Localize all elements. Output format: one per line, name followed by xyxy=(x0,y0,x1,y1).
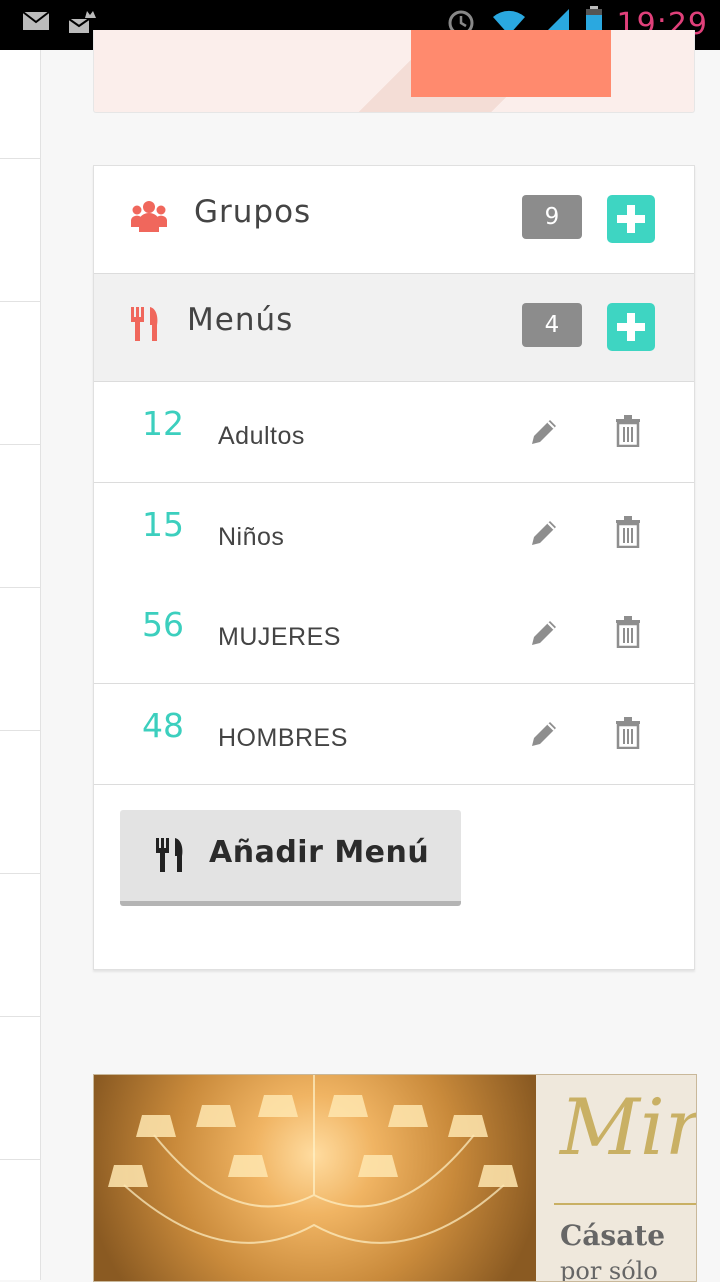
add-grupo-button[interactable] xyxy=(607,195,655,243)
plus-icon xyxy=(617,205,645,233)
card-accent-block xyxy=(411,30,611,97)
edit-icon[interactable] xyxy=(528,416,560,452)
users-icon xyxy=(131,199,167,237)
ad-headline: Cásate xyxy=(560,1219,666,1252)
utensils-icon xyxy=(131,307,159,345)
menu-list-item[interactable]: 12 Adultos xyxy=(94,382,694,483)
drawer-divider xyxy=(0,1159,40,1160)
trash-icon[interactable] xyxy=(615,415,641,451)
ad-text-panel: Mir Cásate por sólo xyxy=(536,1075,696,1281)
ad-subline: por sólo xyxy=(560,1257,658,1282)
menu-number: 56 xyxy=(142,605,184,644)
add-menu-button[interactable]: Añadir Menú xyxy=(120,810,461,906)
ad-banner[interactable]: Mir Cásate por sólo xyxy=(93,1074,697,1282)
edit-icon[interactable] xyxy=(528,617,560,653)
drawer-divider xyxy=(0,730,40,731)
menu-number: 48 xyxy=(142,706,184,745)
utensils-icon xyxy=(156,837,184,877)
menu-number: 12 xyxy=(142,404,184,443)
trash-icon[interactable] xyxy=(615,616,641,652)
menu-name: HOMBRES xyxy=(218,724,348,752)
add-menu-plus-button[interactable] xyxy=(607,303,655,351)
menu-list-item[interactable]: 15 Niños xyxy=(94,483,694,584)
menu-list-item[interactable]: 56 MUJERES xyxy=(94,583,694,684)
add-menu-label: Añadir Menú xyxy=(209,835,430,870)
menus-title: Menús xyxy=(187,302,294,338)
ad-brand-script: Mir xyxy=(560,1083,697,1173)
plus-icon xyxy=(617,313,645,341)
mail-icon xyxy=(22,10,50,38)
drawer-divider xyxy=(0,873,40,874)
menu-name: Adultos xyxy=(218,422,305,450)
menu-name: Niños xyxy=(218,523,285,551)
ad-divider xyxy=(554,1203,696,1205)
trash-icon[interactable] xyxy=(615,717,641,753)
drawer-divider xyxy=(0,1016,40,1017)
previous-card xyxy=(93,30,695,113)
grupos-title: Grupos xyxy=(194,194,312,230)
menus-header[interactable]: Menús 4 xyxy=(94,274,694,382)
grupos-count-badge: 9 xyxy=(522,195,582,239)
drawer-divider xyxy=(0,301,40,302)
edit-icon[interactable] xyxy=(528,718,560,754)
drawer-divider xyxy=(0,587,40,588)
edit-icon[interactable] xyxy=(528,517,560,553)
menus-count-badge: 4 xyxy=(522,303,582,347)
drawer-divider xyxy=(0,158,40,159)
side-drawer-edge[interactable] xyxy=(0,50,41,1280)
menus-panel: Grupos 9 Menús 4 12 Adultos 15 Niños 56 … xyxy=(93,165,695,970)
drawer-divider xyxy=(0,444,40,445)
menu-list-item[interactable]: 48 HOMBRES xyxy=(94,684,694,785)
menu-number: 15 xyxy=(142,505,184,544)
grupos-header[interactable]: Grupos 9 xyxy=(94,166,694,274)
trash-icon[interactable] xyxy=(615,516,641,552)
menu-name: MUJERES xyxy=(218,623,341,651)
chandelier-image xyxy=(94,1075,536,1281)
